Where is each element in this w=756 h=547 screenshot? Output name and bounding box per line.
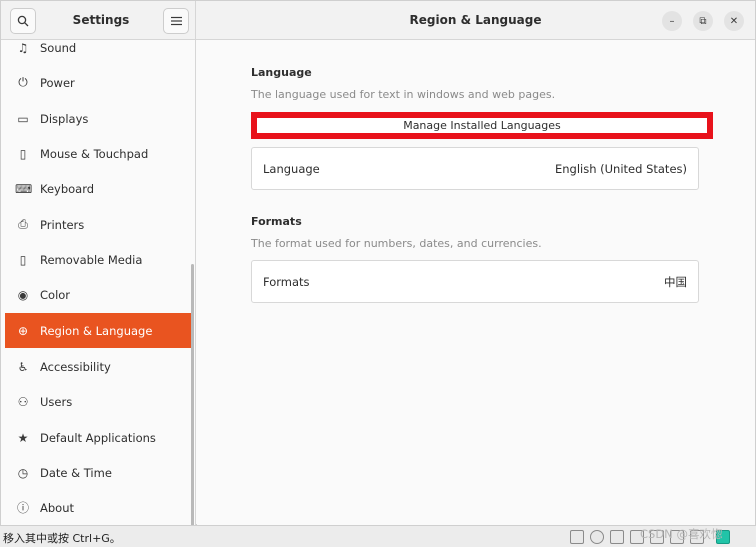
formats-row[interactable]: Formats 中国 [251, 260, 699, 303]
sidebar-item-users[interactable]: ⚇ Users [5, 384, 194, 419]
host-status-bar: 移入其中或按 Ctrl+G。 CSDN @喜欢惚 [0, 525, 756, 547]
network-icon[interactable] [610, 530, 624, 544]
sidebar-item-mouse-touchpad[interactable]: ▯ Mouse & Touchpad [5, 136, 194, 171]
accessibility-icon: ♿ [17, 359, 29, 374]
close-button[interactable]: ✕ [724, 11, 744, 31]
manage-installed-languages-button[interactable]: Manage Installed Languages [251, 112, 713, 139]
info-icon: ⓘ [16, 501, 29, 515]
sidebar-item-default-applications[interactable]: ★ Default Applications [5, 420, 194, 455]
star-icon: ★ [17, 430, 29, 445]
sidebar-item-printers[interactable]: ⎙ Printers [5, 207, 194, 242]
formats-section-title: Formats [251, 215, 302, 228]
sidebar-item-date-time[interactable]: ◷ Date & Time [5, 455, 194, 490]
settings-title: Settings [72, 13, 130, 27]
hard-disk-icon[interactable] [570, 530, 584, 544]
language-section-description: The language used for text in windows an… [251, 88, 556, 101]
users-icon: ⚇ [17, 394, 29, 409]
sidebar-item-label: Sound [40, 40, 77, 55]
minimize-button[interactable]: – [662, 11, 682, 31]
display-icon: ▭ [17, 111, 29, 126]
sidebar-item-label: Users [40, 394, 73, 409]
search-icon [17, 15, 29, 27]
removable-media-icon: ▯ [19, 252, 27, 267]
status-hint-text: 移入其中或按 Ctrl+G。 [3, 532, 121, 545]
clock-icon: ◷ [17, 465, 29, 480]
sidebar-item-label: Removable Media [40, 252, 143, 267]
sidebar-item-label: Color [40, 287, 71, 302]
sidebar-item-label: Displays [40, 111, 89, 126]
maximize-icon: ⧉ [699, 15, 707, 27]
printer-icon: ⎙ [18, 217, 28, 231]
language-row-label: Language [263, 161, 320, 176]
sidebar-item-power[interactable]: ⏻ Power [5, 65, 194, 100]
language-section-title: Language [251, 66, 312, 79]
sidebar-item-label: Mouse & Touchpad [40, 146, 149, 161]
settings-window: Settings Region & Language – ⧉ ✕ ♫ Sound… [0, 0, 756, 526]
language-row[interactable]: Language English (United States) [251, 147, 699, 190]
csdn-watermark: CSDN @喜欢惚 [640, 527, 723, 541]
region-language-panel: Language The language used for text in w… [197, 40, 755, 526]
hamburger-menu-icon [170, 16, 182, 26]
sidebar: ♫ Sound ⏻ Power ▭ Displays ▯ Mouse & Tou… [1, 40, 196, 526]
formats-section-description: The format used for numbers, dates, and … [251, 237, 542, 250]
sidebar-item-sound[interactable]: ♫ Sound [5, 40, 194, 65]
maximize-button[interactable]: ⧉ [693, 11, 713, 31]
sidebar-scrollbar[interactable] [191, 264, 194, 526]
language-row-value: English (United States) [554, 161, 687, 176]
sidebar-item-about[interactable]: ⓘ About [5, 490, 194, 525]
sidebar-item-label: Keyboard [40, 181, 95, 196]
keyboard-icon: ⌨ [15, 181, 33, 196]
formats-row-label: Formats [263, 274, 310, 289]
music-note-icon: ♫ [17, 40, 29, 55]
sidebar-item-label: Date & Time [40, 465, 112, 480]
main-menu-button[interactable] [163, 8, 189, 34]
sidebar-item-accessibility[interactable]: ♿ Accessibility [5, 349, 194, 384]
sidebar-item-color[interactable]: ◉ Color [5, 277, 194, 312]
sidebar-item-label: Accessibility [40, 359, 111, 374]
close-icon: ✕ [729, 15, 739, 27]
sidebar-item-label: Power [40, 75, 75, 90]
formats-row-value: 中国 [664, 274, 687, 289]
sidebar-item-removable-media[interactable]: ▯ Removable Media [5, 242, 194, 277]
color-icon: ◉ [17, 287, 29, 302]
manage-installed-languages-label: Manage Installed Languages [403, 119, 561, 132]
panel-header: Region & Language – ⧉ ✕ [196, 1, 755, 40]
mouse-icon: ▯ [19, 146, 27, 161]
sidebar-item-label: Region & Language [40, 323, 153, 338]
sidebar-header: Settings [1, 1, 196, 40]
minimize-icon: – [669, 15, 675, 27]
optical-drive-icon[interactable] [590, 530, 604, 544]
power-icon: ⏻ [18, 75, 28, 89]
sidebar-item-keyboard[interactable]: ⌨ Keyboard [5, 171, 194, 206]
sidebar-item-displays[interactable]: ▭ Displays [5, 101, 194, 136]
sidebar-item-label: Default Applications [40, 430, 156, 445]
search-button[interactable] [10, 8, 36, 34]
sidebar-item-region-language[interactable]: ⊕ Region & Language [5, 313, 194, 348]
globe-icon: ⊕ [17, 323, 29, 338]
sidebar-item-label: Printers [40, 217, 85, 232]
sidebar-item-label: About [40, 500, 75, 515]
